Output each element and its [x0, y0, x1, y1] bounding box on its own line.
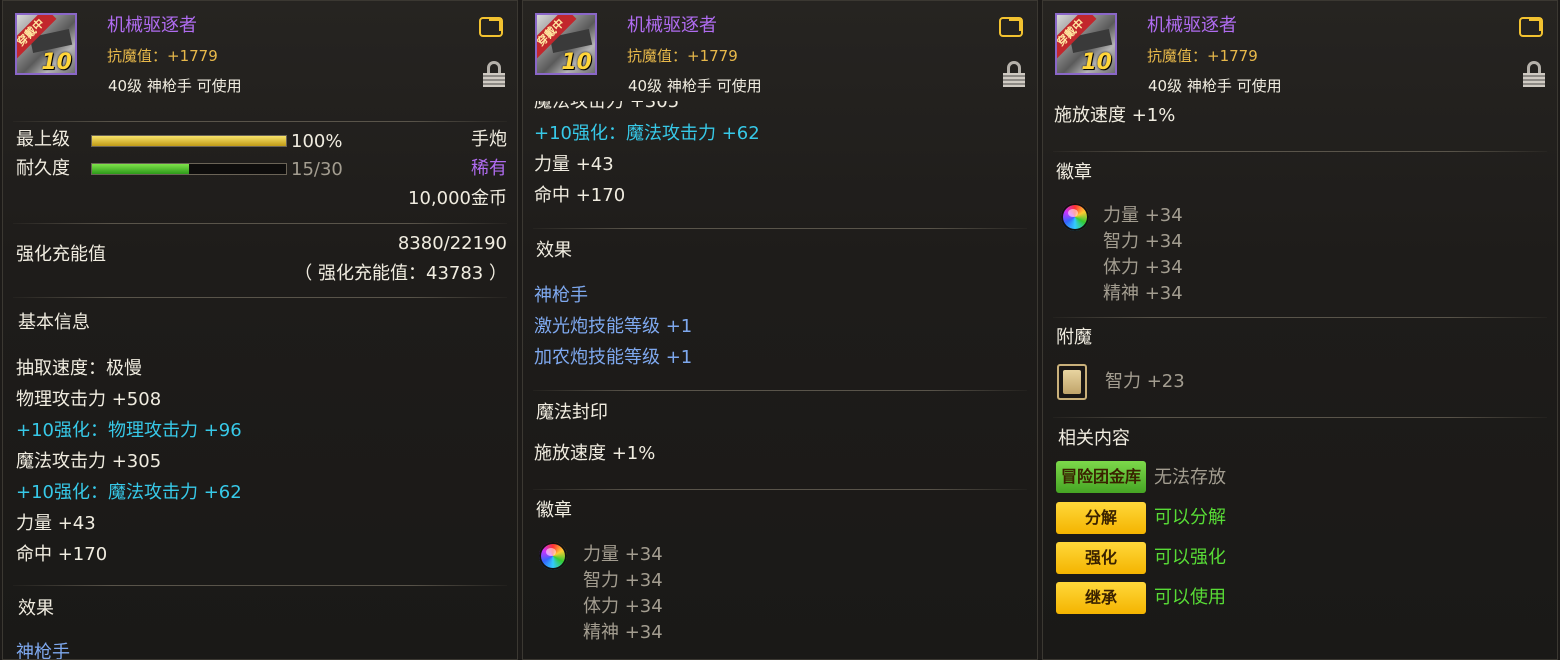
inherit-button[interactable]: 继承 [1056, 582, 1146, 614]
grade-label: 最上级 [16, 129, 70, 150]
section-effect: 效果 [18, 598, 54, 619]
item-gun-icon: 穿戴中 10 [535, 13, 597, 75]
charge-label: 强化充能值 [16, 244, 106, 265]
seal-cast-speed: 施放速度 +1% [1054, 105, 1176, 126]
grade-bar [91, 135, 287, 147]
magic-resist: 抗魔值：+1779 [627, 47, 738, 65]
emblem-strength: 力量 +34 [583, 544, 663, 565]
emblem-intelligence: 智力 +34 [1103, 231, 1183, 252]
item-gun-icon: 穿戴中 10 [15, 13, 77, 75]
share-icon[interactable] [1519, 17, 1543, 37]
item-name: 机械驱逐者 [1147, 15, 1237, 36]
seal-cast-speed: 施放速度 +1% [534, 443, 656, 464]
emblem-icon [1061, 203, 1089, 231]
stat-enhance-magic: +10强化：魔法攻击力 +62 [534, 123, 760, 144]
charge-total: （ 强化充能值：43783 ） [294, 263, 507, 284]
guild-vault-status: 无法存放 [1154, 467, 1226, 488]
share-icon[interactable] [999, 17, 1023, 37]
emblem-strength: 力量 +34 [1103, 205, 1183, 226]
stat-strength: 力量 +43 [534, 154, 614, 175]
item-gun-icon: 穿戴中 10 [1055, 13, 1117, 75]
emblem-vitality: 体力 +34 [583, 596, 663, 617]
stat-magic-attack-cut: 魔法攻击力 +305 [534, 101, 680, 112]
section-basic-info: 基本信息 [18, 312, 90, 333]
enhance-status: 可以强化 [1154, 547, 1226, 568]
item-requirement: 40级 神枪手 可使用 [1148, 77, 1282, 95]
item-requirement: 40级 神枪手 可使用 [108, 77, 242, 95]
item-tooltip-panel-2: 穿戴中 10 机械驱逐者 抗魔值：+1779 40级 神枪手 可使用 魔法攻击力… [522, 0, 1038, 660]
enhance-button[interactable]: 强化 [1056, 542, 1146, 574]
share-icon[interactable] [479, 17, 503, 37]
emblem-spirit: 精神 +34 [1103, 283, 1183, 304]
durability-label: 耐久度 [16, 158, 70, 179]
effect-cannon-skill: 加农炮技能等级 +1 [534, 347, 693, 368]
disassemble-button[interactable]: 分解 [1056, 502, 1146, 534]
item-tooltip-panel-3: 穿戴中 10 机械驱逐者 抗魔值：+1779 40级 神枪手 可使用 施放速度 … [1042, 0, 1558, 660]
section-enchant: 附魔 [1056, 327, 1092, 348]
stat-physical-attack: 物理攻击力 +508 [16, 389, 162, 410]
emblem-spirit: 精神 +34 [583, 622, 663, 643]
stat-draw-speed: 抽取速度：极慢 [16, 358, 142, 379]
magic-resist: 抗魔值：+1779 [107, 47, 218, 65]
item-name: 机械驱逐者 [107, 15, 197, 36]
emblem-icon [539, 542, 567, 570]
lock-icon[interactable] [1003, 61, 1025, 87]
durability-bar [91, 163, 287, 175]
magic-resist: 抗魔值：+1779 [1147, 47, 1258, 65]
charge-value: 8380/22190 [397, 233, 507, 254]
enchant-intelligence: 智力 +23 [1105, 371, 1185, 392]
emblem-intelligence: 智力 +34 [583, 570, 663, 591]
stat-strength: 力量 +43 [16, 513, 96, 534]
scroll-cut-region: 魔法攻击力 +305 [523, 101, 1037, 115]
rarity: 稀有 [471, 158, 507, 179]
enhance-level: 10 [1081, 50, 1112, 75]
stat-hit: 命中 +170 [534, 185, 626, 206]
grade-percent: 100% [291, 131, 343, 152]
stat-magic-attack: 魔法攻击力 +305 [16, 451, 162, 472]
section-emblem: 徽章 [1056, 162, 1092, 183]
price: 10,000金币 [408, 188, 507, 209]
durability-value: 15/30 [291, 159, 343, 180]
section-magic-seal: 魔法封印 [536, 402, 608, 423]
weapon-type: 手炮 [471, 129, 507, 150]
enhance-level: 10 [41, 50, 72, 75]
section-effect: 效果 [536, 240, 572, 261]
emblem-vitality: 体力 +34 [1103, 257, 1183, 278]
section-emblem: 徽章 [536, 500, 572, 521]
disassemble-status: 可以分解 [1154, 507, 1226, 528]
effect-laser-skill: 激光炮技能等级 +1 [534, 316, 693, 337]
enchant-card-icon [1057, 364, 1087, 400]
stat-enhance-magic: +10强化：魔法攻击力 +62 [16, 482, 242, 503]
section-related: 相关内容 [1058, 428, 1130, 449]
item-name: 机械驱逐者 [627, 15, 717, 36]
item-requirement: 40级 神枪手 可使用 [628, 77, 762, 95]
effect-class: 神枪手 [534, 285, 588, 306]
inherit-status: 可以使用 [1154, 587, 1226, 608]
enhance-level: 10 [561, 50, 592, 75]
lock-icon[interactable] [483, 61, 505, 87]
stat-hit: 命中 +170 [16, 544, 108, 565]
guild-vault-button[interactable]: 冒险团金库 [1056, 461, 1146, 493]
lock-icon[interactable] [1523, 61, 1545, 87]
effect-cut-line: 神枪手 [16, 642, 70, 660]
item-tooltip-panel-1: 穿戴中 10 机械驱逐者 抗魔值：+1779 40级 神枪手 可使用 最上级 1… [2, 0, 518, 660]
stat-enhance-physical: +10强化：物理攻击力 +96 [16, 420, 242, 441]
